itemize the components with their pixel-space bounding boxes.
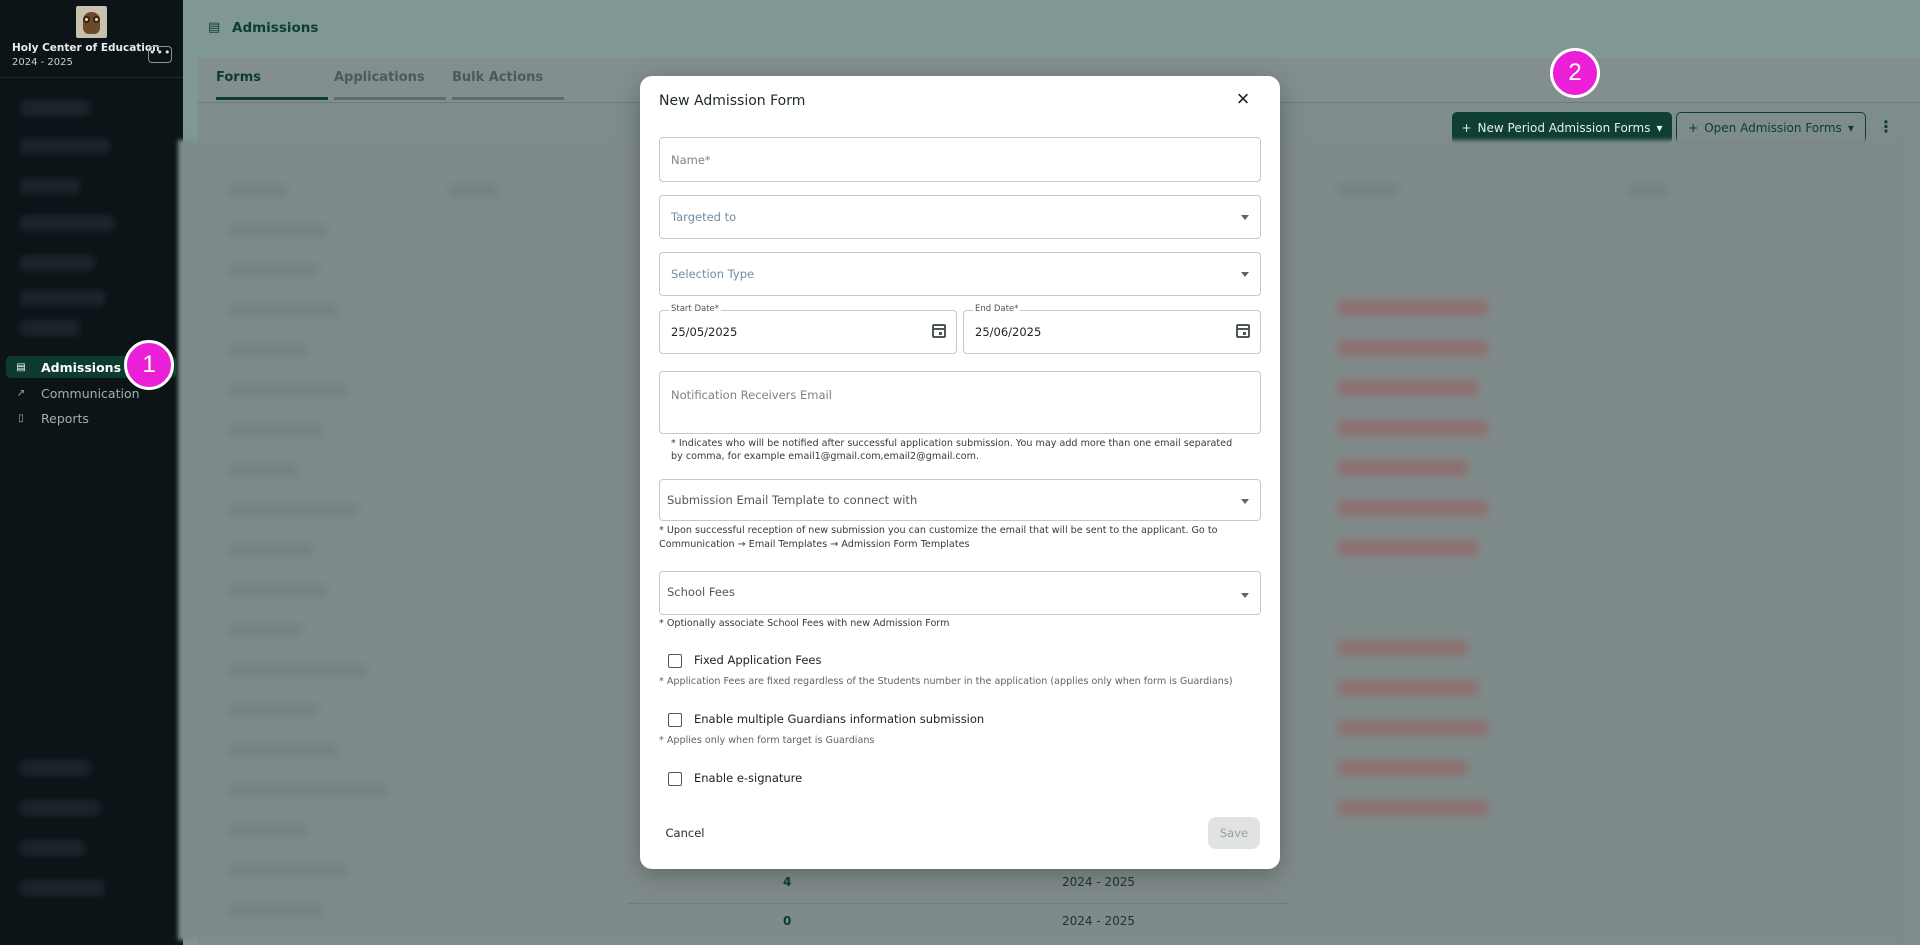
table-cell-count: 4 xyxy=(783,875,792,889)
targeted-to-select[interactable]: Targeted to xyxy=(659,195,1261,239)
end-date-field[interactable]: End Date* 25/06/2025 xyxy=(963,304,1261,354)
submission-email-hint-line1: * Upon successful reception of new submi… xyxy=(659,525,1218,536)
submission-email-template-select[interactable]: Submission Email Template to connect wit… xyxy=(659,479,1261,521)
page-title: Admissions xyxy=(232,20,319,36)
multiple-guardians-checkbox[interactable] xyxy=(668,713,682,727)
button-label: Open Admission Forms xyxy=(1704,121,1842,135)
plus-icon: + xyxy=(1688,121,1699,135)
e-signature-label: Enable e-signature xyxy=(694,771,803,785)
tab-forms[interactable]: Forms xyxy=(216,70,328,100)
page-header xyxy=(183,0,1920,56)
name-placeholder: Name* xyxy=(671,153,711,167)
start-date-value: 25/05/2025 xyxy=(671,325,738,339)
selection-type-placeholder: Selection Type xyxy=(671,267,755,281)
e-signature-checkbox[interactable] xyxy=(668,772,682,786)
fixed-application-fees-label: Fixed Application Fees xyxy=(694,653,822,667)
sidebar-item-label: Admissions xyxy=(41,359,122,375)
multiple-guardians-label: Enable multiple Guardians information su… xyxy=(694,712,985,726)
chevron-down-icon xyxy=(1241,272,1249,277)
school-fees-hint: * Optionally associate School Fees with … xyxy=(659,618,950,629)
dialog-title: New Admission Form xyxy=(659,93,806,109)
end-date-label: End Date* xyxy=(973,304,1021,314)
notification-email-placeholder: Notification Receivers Email xyxy=(671,388,832,402)
save-button[interactable]: Save xyxy=(1208,817,1260,849)
more-options-button[interactable]: ••• xyxy=(148,46,172,63)
more-actions-icon[interactable]: ⋮ xyxy=(1878,116,1894,140)
school-year: 2024 - 2025 xyxy=(12,57,73,68)
table-cell-year: 2024 - 2025 xyxy=(1062,875,1136,889)
admissions-icon: ▤ xyxy=(208,20,221,35)
button-label: New Period Admission Forms xyxy=(1477,121,1651,135)
calendar-icon[interactable] xyxy=(932,324,946,338)
table-cell-count: 0 xyxy=(783,914,792,928)
submission-email-template-placeholder: Submission Email Template to connect wit… xyxy=(667,493,918,507)
chevron-down-icon xyxy=(1241,499,1249,504)
notification-email-field[interactable]: Notification Receivers Email xyxy=(659,371,1261,434)
tab-bulk-actions[interactable]: Bulk Actions xyxy=(452,70,564,100)
sidebar: Holy Center of Education 2024 - 2025 •••… xyxy=(0,0,183,945)
fixed-application-fees-hint: * Application Fees are fixed regardless … xyxy=(659,676,1233,687)
chevron-down-icon: ▾ xyxy=(1847,121,1854,135)
school-logo xyxy=(76,6,107,38)
table-cell-year: 2024 - 2025 xyxy=(1062,914,1136,928)
step-badge-2: 2 xyxy=(1550,48,1600,98)
school-fees-placeholder: School Fees xyxy=(667,585,735,599)
close-icon[interactable]: × xyxy=(1231,88,1255,112)
chevron-down-icon: ▾ xyxy=(1656,121,1663,135)
submission-email-hint-line2: Communication → Email Templates → Admiss… xyxy=(659,539,970,550)
arrow-up-right-icon: ↗ xyxy=(16,387,26,399)
name-field[interactable]: Name* xyxy=(659,137,1261,182)
tab-applications[interactable]: Applications xyxy=(334,70,446,100)
sidebar-item-reports[interactable]: ▯ Reports xyxy=(6,407,176,429)
plus-icon: + xyxy=(1461,121,1472,135)
admissions-icon: ▤ xyxy=(16,361,26,373)
new-admission-form-dialog: New Admission Form × Name* Targeted to S… xyxy=(640,76,1280,869)
targeted-to-placeholder: Targeted to xyxy=(671,210,737,224)
start-date-label: Start Date* xyxy=(669,304,722,314)
step-badge-1: 1 xyxy=(124,340,174,390)
start-date-field[interactable]: Start Date* 25/05/2025 xyxy=(659,304,957,354)
school-brand: Holy Center of Education 2024 - 2025 ••• xyxy=(0,0,183,78)
notification-email-hint: * Indicates who will be notified after s… xyxy=(671,438,1233,462)
selection-type-select[interactable]: Selection Type xyxy=(659,252,1261,296)
end-date-value: 25/06/2025 xyxy=(975,325,1042,339)
cancel-button[interactable]: Cancel xyxy=(659,820,711,846)
chevron-down-icon xyxy=(1241,593,1249,598)
school-fees-select[interactable]: School Fees xyxy=(659,571,1261,615)
fixed-application-fees-checkbox[interactable] xyxy=(668,654,682,668)
multiple-guardians-hint: * Applies only when form target is Guard… xyxy=(659,735,875,746)
sidebar-item-label: Reports xyxy=(41,410,89,426)
document-icon: ▯ xyxy=(18,412,24,424)
calendar-icon[interactable] xyxy=(1236,324,1250,338)
sidebar-item-label: Communication xyxy=(41,385,140,401)
chevron-down-icon xyxy=(1241,215,1249,220)
school-name: Holy Center of Education xyxy=(12,42,160,54)
